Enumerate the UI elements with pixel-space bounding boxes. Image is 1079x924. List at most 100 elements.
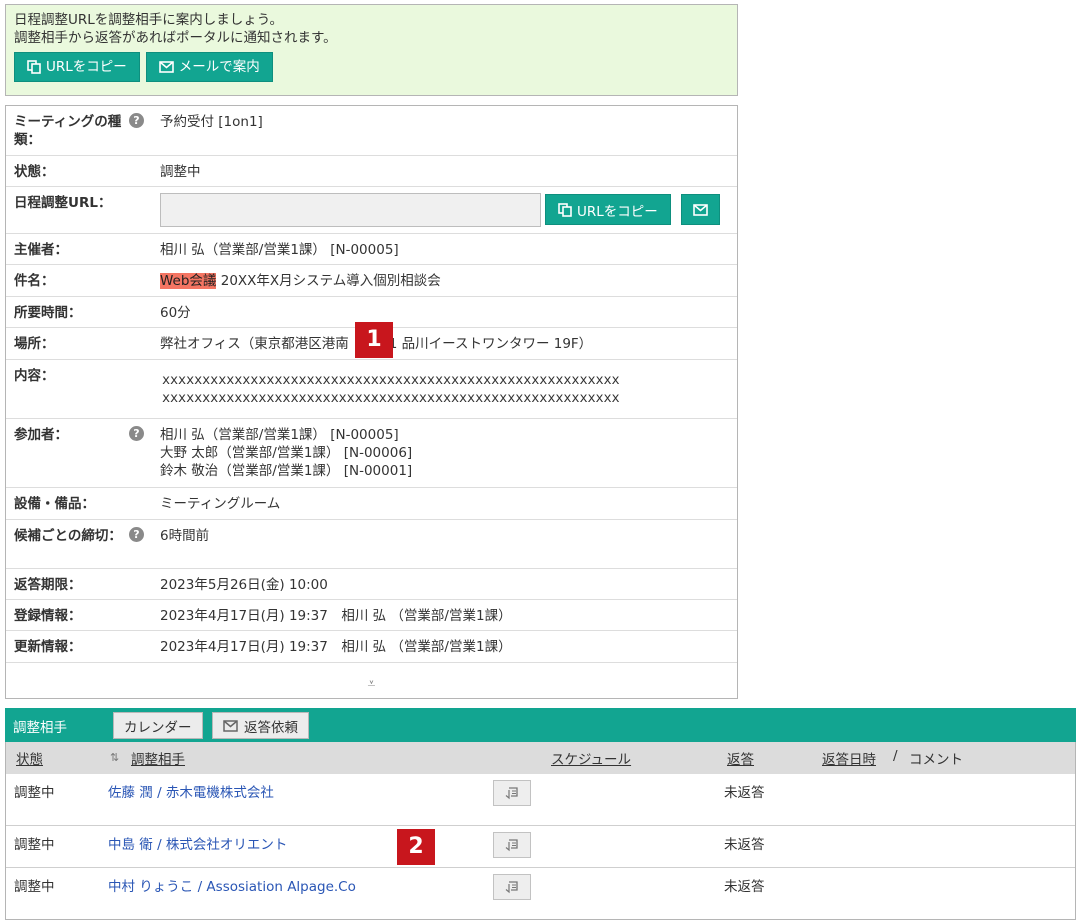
copy-url-label: URLをコピー — [46, 59, 127, 75]
col-separator: / — [893, 748, 898, 764]
content-line-1: xxxxxxxxxxxxxxxxxxxxxxxxxxxxxxxxxxxxxxxx… — [162, 372, 620, 388]
schedule-button[interactable] — [493, 874, 531, 900]
mail-icon — [693, 203, 708, 216]
copy-icon — [27, 60, 41, 74]
participant: 鈴木 敬治（営業部/営業1課） [N-00001] — [160, 463, 413, 479]
help-icon[interactable]: ? — [129, 527, 144, 542]
participant: 相川 弘（営業部/営業1課） [N-00005] — [160, 427, 399, 443]
duration-value: 60分 — [160, 305, 191, 321]
mail-guide-label: メールで案内 — [178, 59, 260, 75]
notice-box: 日程調整URLを調整相手に案内しましょう。 調整相手から返答があればポータルに通… — [5, 4, 738, 96]
subject-text: 20XX年X月システム導入個別相談会 — [216, 273, 441, 289]
row-status: 調整中 — [14, 785, 55, 801]
status-value: 調整中 — [160, 164, 201, 180]
duration-label: 所要時間： — [14, 305, 82, 321]
registered-value: 2023年4月17日(月) 19:37 相川 弘 （営業部/営業1課） — [160, 608, 512, 624]
registered-label: 登録情報： — [14, 608, 82, 624]
meeting-type-label: ミーティングの種類： — [14, 114, 122, 148]
deadline-each-label: 候補ごとの締切： — [14, 528, 122, 544]
participants-value: 相川 弘（営業部/営業1課） [N-00005] 大野 太郎（営業部/営業1課）… — [160, 426, 729, 480]
table-row: 調整中 佐藤 潤 / 赤木電機株式会社 未返答 — [6, 774, 1075, 826]
content-value: xxxxxxxxxxxxxxxxxxxxxxxxxxxxxxxxxxxxxxxx… — [162, 371, 729, 407]
content-line-2: xxxxxxxxxxxxxxxxxxxxxxxxxxxxxxxxxxxxxxxx… — [162, 390, 620, 406]
mail-icon — [223, 719, 238, 732]
updated-value: 2023年4月17日(月) 19:37 相川 弘 （営業部/営業1課） — [160, 639, 512, 655]
copy-icon — [558, 202, 572, 217]
table-row: 調整中 中村 りょうこ / Assosiation Alpage.Co 未返答 — [6, 868, 1075, 919]
row-status: 調整中 — [14, 837, 55, 853]
meeting-info-table: ミーティングの種類： ? 予約受付 [1on1] 状態： 調整中 日程調整URL… — [5, 105, 738, 699]
row-participants: 参加者： ? 相川 弘（営業部/営業1課） [N-00005] 大野 太郎（営業… — [6, 419, 737, 488]
subject-label: 件名： — [14, 273, 55, 289]
schedule-url-label: 日程調整URL： — [14, 195, 112, 211]
col-reply[interactable]: 返答 — [727, 748, 754, 768]
organizer-value: 相川 弘（営業部/営業1課） [N-00005] — [160, 242, 399, 258]
calendar-button-label: カレンダー — [124, 719, 192, 736]
partners-table-body: 調整中 佐藤 潤 / 赤木電機株式会社 未返答 調整中 中島 衛 / 株式会社オ… — [5, 774, 1076, 920]
col-reply-date[interactable]: 返答日時 — [822, 748, 876, 768]
row-copy-url-button[interactable]: URLをコピー — [545, 194, 671, 225]
deadline-each-value: 6時間前 — [160, 528, 210, 544]
row-copy-url-label: URLをコピー — [577, 203, 658, 220]
web-meeting-tag: Web会議 — [160, 273, 217, 289]
equipment-value: ミーティングルーム — [160, 496, 281, 512]
reply-request-button[interactable]: 返答依頼 — [212, 712, 309, 739]
help-icon[interactable]: ? — [129, 113, 144, 128]
partner-link[interactable]: 佐藤 潤 / 赤木電機株式会社 — [108, 781, 274, 801]
row-deadline-each: 候補ごとの締切： ? 6時間前 — [6, 520, 737, 569]
place-value-a: 弊社オフィス（東京都港区港南 — [160, 336, 349, 352]
notice-line-2: 調整相手から返答があればポータルに通知されます。 — [14, 30, 337, 46]
mail-icon — [158, 61, 174, 73]
status-label: 状態： — [14, 164, 55, 180]
row-equipment: 設備・備品： ミーティングルーム — [6, 488, 737, 520]
schedule-icon — [505, 839, 518, 852]
table-row: 調整中 中島 衛 / 株式会社オリエント 未返答 — [6, 826, 1075, 868]
schedule-icon — [505, 787, 518, 800]
participant: 大野 太郎（営業部/営業1課） [N-00006] — [160, 445, 413, 461]
partner-link[interactable]: 中村 りょうこ / Assosiation Alpage.Co — [108, 875, 356, 895]
row-reply-deadline: 返答期限： 2023年5月26日(金) 10:00 — [6, 569, 737, 600]
row-meeting-type: ミーティングの種類： ? 予約受付 [1on1] — [6, 106, 737, 156]
calendar-button[interactable]: カレンダー — [113, 712, 203, 739]
sort-icon[interactable]: ⇅ — [110, 751, 119, 764]
help-icon[interactable]: ? — [129, 426, 144, 441]
place-label: 場所： — [14, 336, 55, 352]
organizer-label: 主催者： — [14, 242, 68, 258]
schedule-button[interactable] — [493, 832, 531, 858]
row-mail-button[interactable] — [681, 194, 720, 225]
mail-guide-button[interactable]: メールで案内 — [145, 52, 273, 82]
participants-label: 参加者： — [14, 427, 68, 443]
reply-deadline-value: 2023年5月26日(金) 10:00 — [160, 577, 328, 593]
schedule-url-field[interactable] — [160, 193, 541, 227]
reply-deadline-label: 返答期限： — [14, 577, 82, 593]
partner-link[interactable]: 中島 衛 / 株式会社オリエント — [108, 833, 287, 853]
row-organizer: 主催者： 相川 弘（営業部/営業1課） [N-00005] — [6, 234, 737, 265]
updated-label: 更新情報： — [14, 639, 82, 655]
row-content: 内容： xxxxxxxxxxxxxxxxxxxxxxxxxxxxxxxxxxxx… — [6, 360, 737, 419]
place-value-b: 1 品川イーストワンタワー 19F） — [388, 336, 593, 352]
col-partner[interactable]: 調整相手 — [131, 748, 185, 768]
copy-url-button[interactable]: URLをコピー — [14, 52, 140, 82]
partners-title: 調整相手 — [13, 720, 67, 736]
row-reply: 未返答 — [724, 837, 765, 853]
col-status[interactable]: 状態 — [16, 748, 43, 768]
equipment-label: 設備・備品： — [14, 496, 95, 512]
partners-table-header: 状態 ⇅ 調整相手 スケジュール 返答 返答日時 / コメント — [5, 742, 1076, 774]
row-status: 状態： 調整中 — [6, 156, 737, 187]
row-schedule-url: 日程調整URL： URLをコピー — [6, 187, 737, 234]
meeting-type-value: 予約受付 [1on1] — [160, 114, 263, 130]
col-comment: コメント — [909, 752, 963, 768]
annotation-marker-1: 1 — [355, 322, 393, 358]
partners-header-bar: 調整相手 カレンダー 返答依頼 — [5, 708, 1076, 742]
expand-icon[interactable]: ⩡ — [6, 669, 737, 699]
reply-request-label: 返答依頼 — [244, 719, 298, 736]
row-subject: 件名： Web会議 20XX年X月システム導入個別相談会 — [6, 265, 737, 297]
col-schedule[interactable]: スケジュール — [551, 748, 631, 768]
row-registered: 登録情報： 2023年4月17日(月) 19:37 相川 弘 （営業部/営業1課… — [6, 600, 737, 631]
schedule-icon — [505, 881, 518, 894]
row-reply: 未返答 — [724, 879, 765, 895]
row-status: 調整中 — [14, 879, 55, 895]
notice-line-1: 日程調整URLを調整相手に案内しましょう。 — [14, 12, 283, 28]
row-reply: 未返答 — [724, 785, 765, 801]
schedule-button[interactable] — [493, 780, 531, 806]
